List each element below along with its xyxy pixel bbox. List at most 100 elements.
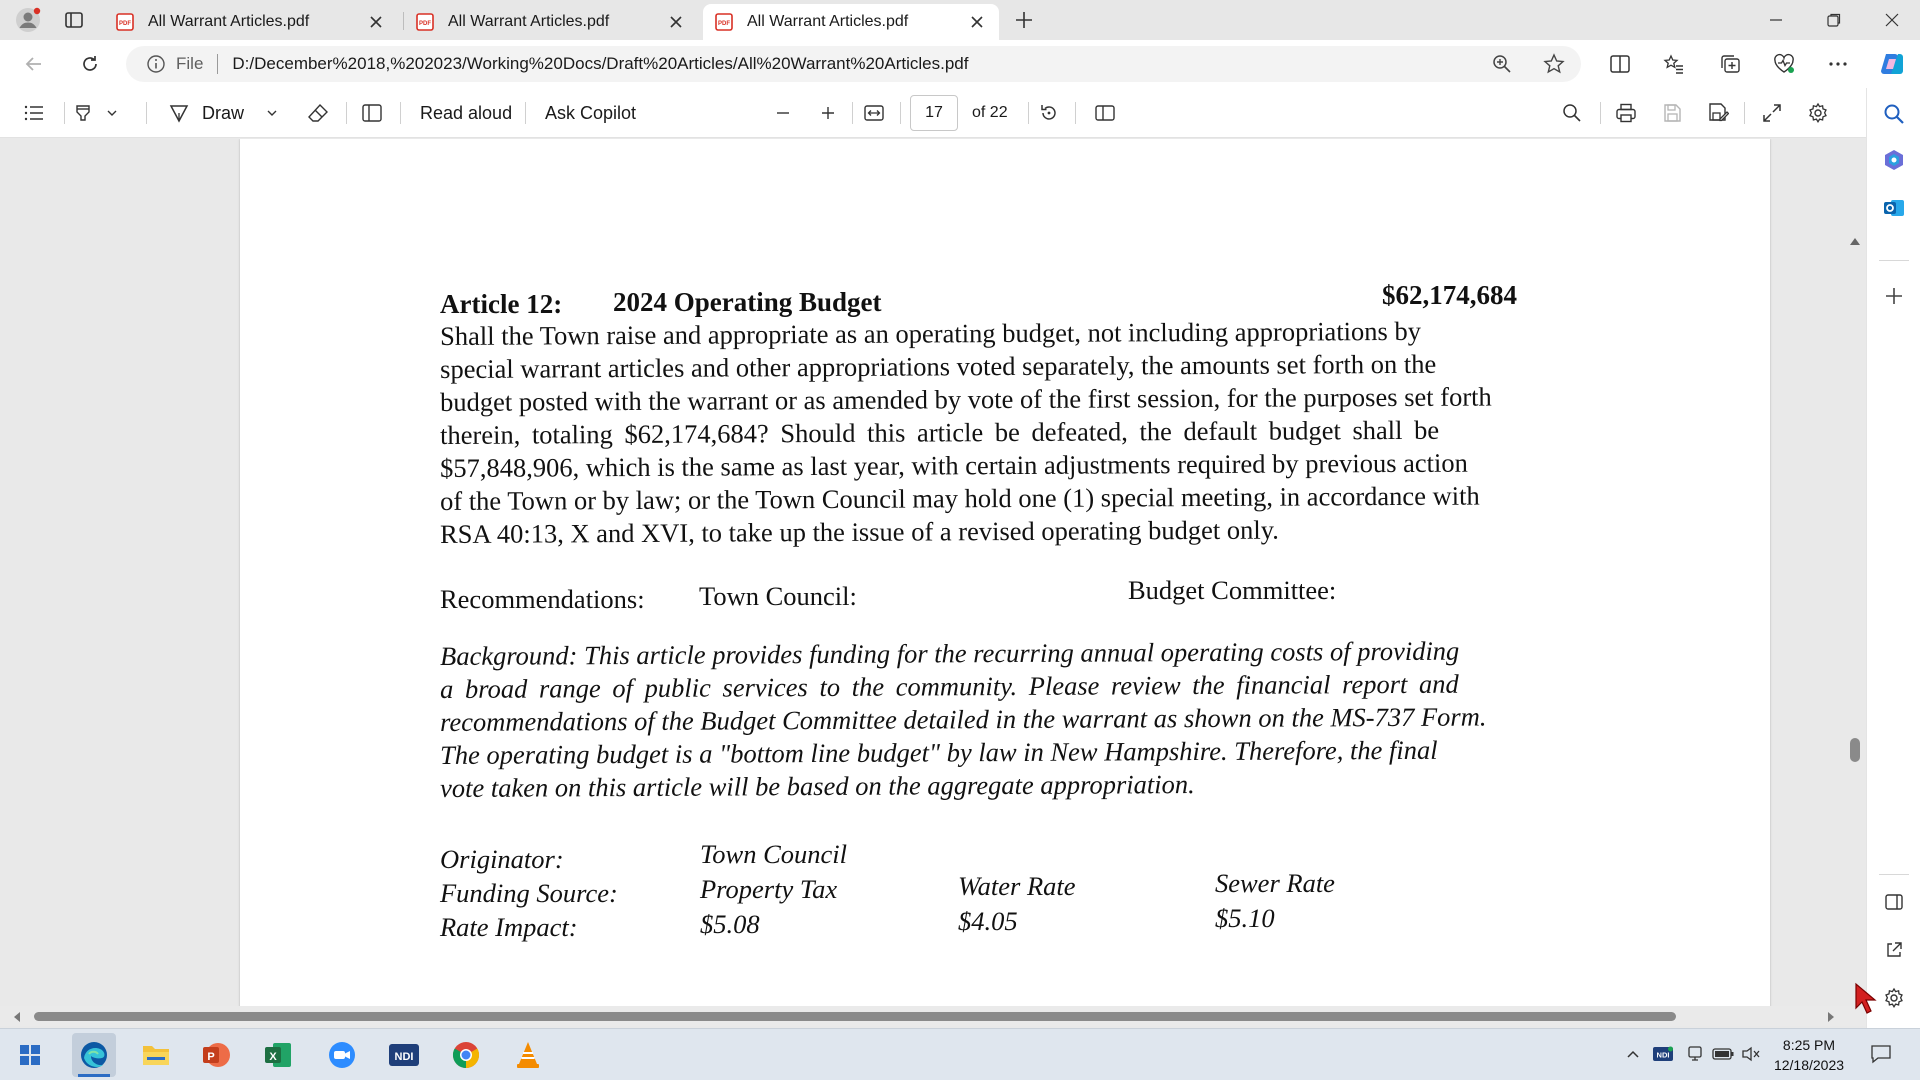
- close-window-button[interactable]: [1864, 0, 1920, 40]
- ask-copilot-button[interactable]: Ask Copilot: [545, 95, 636, 131]
- pdf-settings-button[interactable]: [1800, 95, 1836, 131]
- taskbar-vlc[interactable]: [506, 1033, 550, 1077]
- funding-source-label: Funding Source:: [440, 878, 618, 908]
- favorite-star-button[interactable]: [1538, 48, 1570, 80]
- pdf-icon: PDF: [416, 13, 434, 31]
- svg-text:PDF: PDF: [119, 21, 131, 27]
- taskbar-chrome[interactable]: [444, 1033, 488, 1077]
- browser-tab-2[interactable]: PDF All Warrant Articles.pdf: [404, 4, 698, 40]
- notification-bubble-icon: [1871, 1045, 1891, 1064]
- refresh-button[interactable]: [72, 46, 108, 82]
- page-number-input[interactable]: [910, 95, 958, 131]
- notifications-button[interactable]: [1868, 1041, 1894, 1067]
- restore-button[interactable]: [1806, 0, 1862, 40]
- sidebar-open-external-button[interactable]: [1876, 932, 1912, 968]
- copilot-button[interactable]: [1874, 46, 1910, 82]
- zoom-indicator-button[interactable]: [1486, 48, 1518, 80]
- fit-to-width-button[interactable]: [856, 95, 892, 131]
- scroll-right-arrow-icon[interactable]: [1826, 1011, 1836, 1023]
- battery-icon: [1712, 1048, 1734, 1060]
- browser-tab-3-active[interactable]: PDF All Warrant Articles.pdf: [703, 4, 999, 40]
- highlighter-icon: [76, 105, 90, 121]
- taskbar-ndi[interactable]: NDI: [382, 1033, 426, 1077]
- zoom-in-button[interactable]: [810, 95, 846, 131]
- sidebar-settings-button[interactable]: [1876, 980, 1912, 1016]
- url-text[interactable]: D:/December%2018,%202023/Working%20Docs/…: [232, 54, 968, 74]
- chevron-up-icon: [1627, 1050, 1639, 1058]
- eraser-icon: [308, 103, 328, 122]
- text-box-icon: [362, 104, 382, 122]
- address-bar[interactable]: File D:/December%2018,%202023/Working%20…: [126, 46, 1581, 82]
- fullscreen-button[interactable]: [1754, 95, 1790, 131]
- scroll-left-arrow-icon[interactable]: [12, 1011, 22, 1023]
- rate-impact-label: Rate Impact:: [440, 912, 578, 942]
- zoom-out-button[interactable]: [765, 95, 801, 131]
- browser-essentials-button[interactable]: [1766, 46, 1802, 82]
- profile-button[interactable]: [10, 4, 46, 36]
- svg-text:NDI: NDI: [1657, 1051, 1670, 1060]
- save-as-button[interactable]: [1700, 95, 1736, 131]
- scroll-up-arrow-icon[interactable]: [1848, 235, 1862, 247]
- favorites-button[interactable]: [1656, 46, 1692, 82]
- taskbar-excel[interactable]: X: [256, 1033, 300, 1077]
- page-view-button[interactable]: [1087, 95, 1123, 131]
- article-body-line: of the Town or by law; or the Town Counc…: [440, 480, 1480, 516]
- taskbar-edge[interactable]: [72, 1033, 116, 1077]
- tab-close-button[interactable]: [967, 12, 987, 32]
- contents-button[interactable]: [16, 95, 52, 131]
- horizontal-scrollbar[interactable]: [0, 1006, 1866, 1026]
- print-button[interactable]: [1608, 95, 1644, 131]
- toolbar-divider: [1600, 102, 1601, 124]
- background-line: vote taken on this article will be based…: [440, 769, 1195, 803]
- collections-button[interactable]: [1712, 46, 1748, 82]
- more-options-button[interactable]: [1820, 46, 1856, 82]
- taskbar-file-explorer[interactable]: [134, 1033, 178, 1077]
- draw-button[interactable]: Draw: [168, 95, 278, 131]
- tray-volume-muted[interactable]: [1740, 1043, 1762, 1065]
- read-aloud-button[interactable]: Read aloud: [420, 95, 512, 131]
- browser-tab-1[interactable]: PDF All Warrant Articles.pdf: [104, 4, 398, 40]
- show-hidden-icons-button[interactable]: [1622, 1043, 1644, 1065]
- tray-battery[interactable]: [1712, 1043, 1734, 1065]
- find-button[interactable]: [1554, 95, 1590, 131]
- vertical-scrollbar-thumb[interactable]: [1850, 738, 1860, 762]
- start-button[interactable]: [8, 1033, 52, 1077]
- save-button[interactable]: [1654, 95, 1690, 131]
- outlook-icon: [1884, 200, 1904, 216]
- info-icon[interactable]: [146, 54, 166, 74]
- gear-icon: [1885, 987, 1903, 1008]
- toolbar-divider: [1075, 102, 1076, 124]
- tray-meet-now[interactable]: [1684, 1043, 1706, 1065]
- sidebar-copilot-app-button[interactable]: [1876, 142, 1912, 178]
- tray-ndi[interactable]: NDI: [1652, 1043, 1674, 1065]
- excel-icon: X: [265, 1043, 291, 1067]
- zoom-in-icon: [1493, 55, 1511, 73]
- sidebar-outlook-button[interactable]: [1876, 190, 1912, 226]
- save-icon: [1664, 104, 1681, 122]
- close-icon: [971, 16, 983, 28]
- taskbar-clock[interactable]: 8:25 PM 12/18/2023: [1764, 1035, 1854, 1075]
- text-button[interactable]: [354, 95, 390, 131]
- tab-bar: PDF All Warrant Articles.pdf PDF All War…: [0, 0, 1920, 40]
- minimize-button[interactable]: [1748, 0, 1804, 40]
- rotate-button[interactable]: [1031, 95, 1067, 131]
- favorites-icon: [1663, 54, 1683, 74]
- sidebar-search-button[interactable]: [1876, 96, 1912, 132]
- back-button[interactable]: [16, 46, 52, 82]
- tab-close-button[interactable]: [366, 12, 386, 32]
- new-tab-button[interactable]: [1006, 4, 1042, 36]
- taskbar-powerpoint[interactable]: P: [194, 1033, 238, 1077]
- highlight-button[interactable]: [72, 95, 132, 131]
- pdf-viewer[interactable]: Article 12: 2024 Operating Budget $62,17…: [0, 139, 1866, 1028]
- sidebar-add-button[interactable]: [1876, 278, 1912, 314]
- sidebar-hide-button[interactable]: [1876, 884, 1912, 920]
- tab-actions-button[interactable]: [56, 4, 92, 36]
- horizontal-scrollbar-thumb[interactable]: [34, 1012, 1676, 1021]
- mouse-cursor-icon: [1855, 982, 1877, 1014]
- taskbar-zoom[interactable]: [320, 1033, 364, 1077]
- background-line: a broad range of public services to the …: [440, 668, 1459, 704]
- erase-button[interactable]: [300, 95, 336, 131]
- tab-close-button[interactable]: [666, 12, 686, 32]
- split-screen-button[interactable]: [1602, 46, 1638, 82]
- rotate-icon: [1041, 105, 1056, 120]
